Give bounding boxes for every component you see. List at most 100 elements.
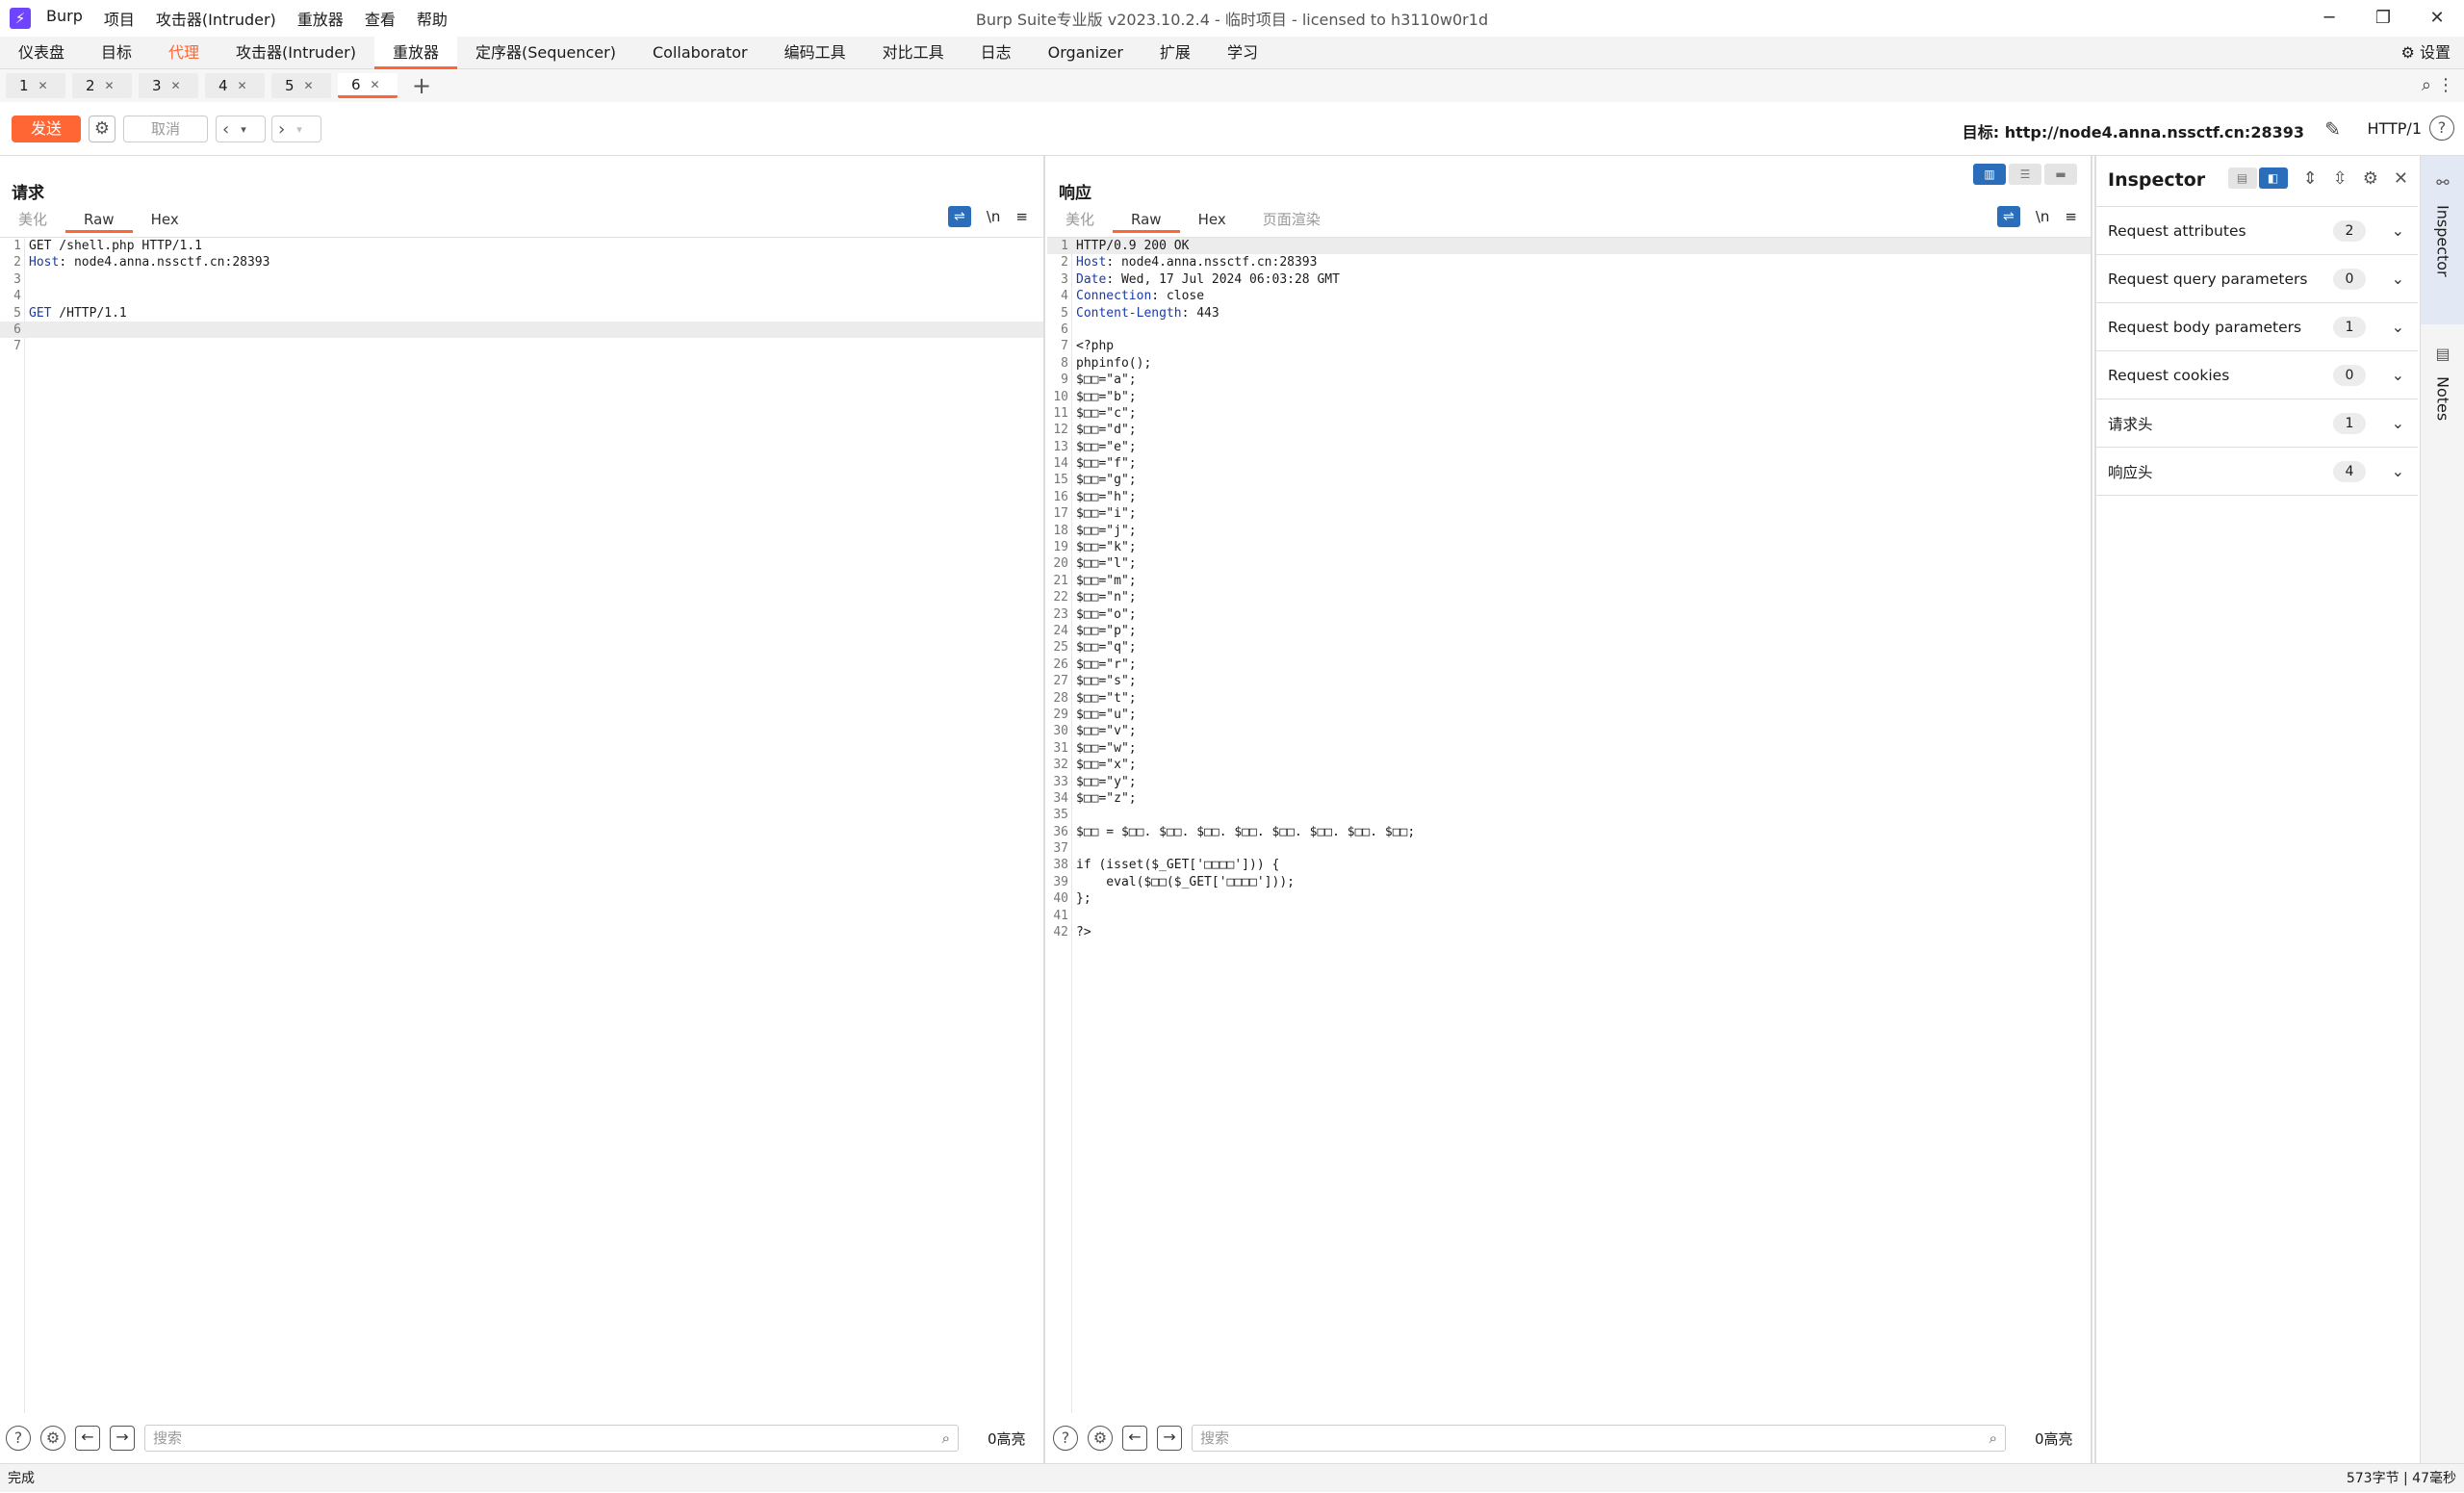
response-search-input[interactable]: 搜索 ⌕ — [1192, 1425, 2006, 1452]
tab-comparer[interactable]: 对比工具 — [864, 37, 962, 69]
gear-icon[interactable]: ⚙ — [40, 1426, 65, 1451]
minimize-icon[interactable]: ─ — [2302, 0, 2356, 37]
line-text: GET /shell.php HTTP/1.1 — [29, 239, 203, 253]
gear-icon[interactable]: ⚙ — [2363, 168, 2378, 189]
repeater-tab-1[interactable]: 1 ✕ — [6, 73, 65, 98]
inspector-sections: Request attributes 2 ⌄ Request query param… — [2096, 206, 2418, 496]
repeater-tab-6[interactable]: 6 ✕ — [338, 73, 398, 98]
http-version-selector[interactable]: HTTP/1 — [2367, 119, 2422, 138]
tab-extensions[interactable]: 扩展 — [1142, 37, 1209, 69]
menu-view[interactable]: 查看 — [365, 7, 396, 30]
tab-hex[interactable]: Hex — [133, 206, 197, 233]
count-badge: 4 — [2333, 460, 2366, 482]
side-tab-inspector[interactable]: ⚯ Inspector — [2421, 156, 2464, 324]
menu-burp[interactable]: Burp — [46, 7, 83, 30]
code-line: 41 — [1047, 908, 2091, 924]
tab-dashboard[interactable]: 仪表盘 — [0, 37, 83, 69]
arrow-right-icon[interactable]: → — [1157, 1426, 1182, 1451]
code-line: 1 HTTP/0.9 200 OK — [1047, 238, 2091, 255]
history-forward-button[interactable]: › ▾ — [271, 116, 321, 142]
close-tab-icon[interactable]: ✕ — [171, 79, 181, 92]
inspector-row-response-headers[interactable]: 响应头 4 ⌄ — [2096, 448, 2418, 496]
response-editor[interactable]: 1 HTTP/0.9 200 OK 2 Host: node4.anna.nssctf… — [1047, 237, 2091, 1413]
cancel-button[interactable]: 取消 — [123, 116, 208, 142]
tab-repeater[interactable]: 重放器 — [373, 36, 457, 69]
help-icon[interactable]: ? — [1053, 1426, 1078, 1451]
repeater-tab-4[interactable]: 4 ✕ — [205, 73, 265, 98]
close-tab-icon[interactable]: ✕ — [38, 79, 48, 92]
inspector-row-request-headers[interactable]: 请求头 1 ⌄ — [2096, 399, 2418, 448]
request-editor[interactable]: 1 GET /shell.php HTTP/1.1 2 Host: node4.ann… — [0, 237, 1043, 1413]
help-icon[interactable]: ? — [2429, 116, 2454, 141]
tab-collaborator[interactable]: Collaborator — [634, 37, 766, 69]
side-tab-notes[interactable]: ▤ Notes — [2421, 327, 2464, 462]
tab-intruder[interactable]: 攻击器(Intruder) — [218, 37, 374, 69]
send-settings-gear-icon[interactable]: ⚙ — [89, 116, 116, 142]
code-line: 13 $□□="e"; — [1047, 439, 2091, 455]
tab-logger[interactable]: 日志 — [962, 37, 1030, 69]
more-options-icon[interactable]: ⋮ — [2437, 75, 2454, 95]
expand-all-icon[interactable]: ⇕ — [2303, 168, 2318, 189]
menu-help[interactable]: 帮助 — [417, 7, 448, 30]
layout-stacked-icon[interactable]: ☰ — [2009, 164, 2041, 185]
word-wrap-icon[interactable]: ⇌ — [1996, 206, 2020, 227]
help-icon[interactable]: ? — [6, 1426, 31, 1451]
arrow-right-icon[interactable]: → — [110, 1426, 135, 1451]
request-search-input[interactable]: 搜索 ⌕ — [144, 1425, 959, 1452]
menu-icon[interactable]: ≡ — [1015, 208, 1028, 225]
tab-raw[interactable]: Raw — [65, 206, 133, 233]
edit-target-pencil-icon[interactable]: ✎ — [2324, 117, 2341, 141]
close-tab-icon[interactable]: ✕ — [105, 79, 115, 92]
layout-tabbed-icon[interactable]: ▬ — [2044, 164, 2077, 185]
gear-icon[interactable]: ⚙ — [1088, 1426, 1113, 1451]
repeater-tab-5[interactable]: 5 ✕ — [271, 73, 331, 98]
search-icon[interactable]: ⌕ — [2422, 75, 2431, 95]
close-tab-icon[interactable]: ✕ — [371, 78, 380, 91]
menu-icon[interactable]: ≡ — [2065, 208, 2077, 225]
add-tab-icon[interactable]: + — [412, 72, 431, 99]
close-tab-icon[interactable]: ✕ — [304, 79, 314, 92]
close-icon[interactable]: ✕ — [2394, 168, 2408, 189]
caret-down-icon: ▾ — [241, 122, 246, 136]
settings-button[interactable]: ⚙ 设置 — [2401, 37, 2451, 69]
tab-hex[interactable]: Hex — [1180, 206, 1245, 233]
collapse-all-icon[interactable]: ⇳ — [2333, 168, 2348, 189]
tab-proxy[interactable]: 代理 — [150, 37, 218, 69]
inspector-row-query-params[interactable]: Request query parameters 0 ⌄ — [2096, 255, 2418, 303]
inspector-row-request-attributes[interactable]: Request attributes 2 ⌄ — [2096, 207, 2418, 255]
inspector-layout-list-icon[interactable]: ▤ — [2227, 167, 2257, 189]
word-wrap-icon[interactable]: ⇌ — [947, 206, 971, 227]
tab-render[interactable]: 页面渲染 — [1245, 206, 1339, 233]
menu-intruder[interactable]: 攻击器(Intruder) — [156, 7, 276, 30]
send-button[interactable]: 发送 — [12, 116, 81, 142]
menu-repeater[interactable]: 重放器 — [297, 7, 344, 30]
inspector-row-body-params[interactable]: Request body parameters 1 ⌄ — [2096, 303, 2418, 351]
restore-icon[interactable]: ❐ — [2356, 0, 2410, 37]
header-key: GET — [29, 305, 52, 321]
newline-toggle[interactable]: \n — [987, 208, 1001, 225]
arrow-left-icon[interactable]: ← — [75, 1426, 100, 1451]
close-tab-icon[interactable]: ✕ — [238, 79, 247, 92]
newline-toggle[interactable]: \n — [2036, 208, 2050, 225]
layout-side-by-side-icon[interactable]: ▥ — [1973, 164, 2006, 185]
inspector-row-cookies[interactable]: Request cookies 0 ⌄ — [2096, 351, 2418, 399]
tab-pretty[interactable]: 美化 — [1047, 206, 1113, 233]
line-text: : 443 — [1181, 305, 1219, 321]
inspector-layout-panel-icon[interactable]: ◧ — [2258, 167, 2288, 189]
code-line: 7 <?php — [1047, 338, 2091, 354]
repeater-tab-2[interactable]: 2 ✕ — [72, 73, 132, 98]
tab-raw[interactable]: Raw — [1113, 206, 1180, 233]
close-window-icon[interactable]: ✕ — [2410, 0, 2464, 37]
tab-target[interactable]: 目标 — [83, 37, 150, 69]
line-number: 31 — [1053, 740, 1068, 756]
arrow-left-icon[interactable]: ← — [1122, 1426, 1147, 1451]
tab-learn[interactable]: 学习 — [1209, 37, 1276, 69]
menu-project[interactable]: 项目 — [104, 7, 135, 30]
repeater-tab-3[interactable]: 3 ✕ — [139, 73, 198, 98]
tab-pretty[interactable]: 美化 — [0, 206, 65, 233]
tab-decoder[interactable]: 编码工具 — [766, 37, 864, 69]
tab-organizer[interactable]: Organizer — [1030, 37, 1142, 69]
line-number: 7 — [13, 339, 21, 354]
tab-sequencer[interactable]: 定序器(Sequencer) — [457, 37, 634, 69]
history-back-button[interactable]: ‹ ▾ — [216, 116, 266, 142]
